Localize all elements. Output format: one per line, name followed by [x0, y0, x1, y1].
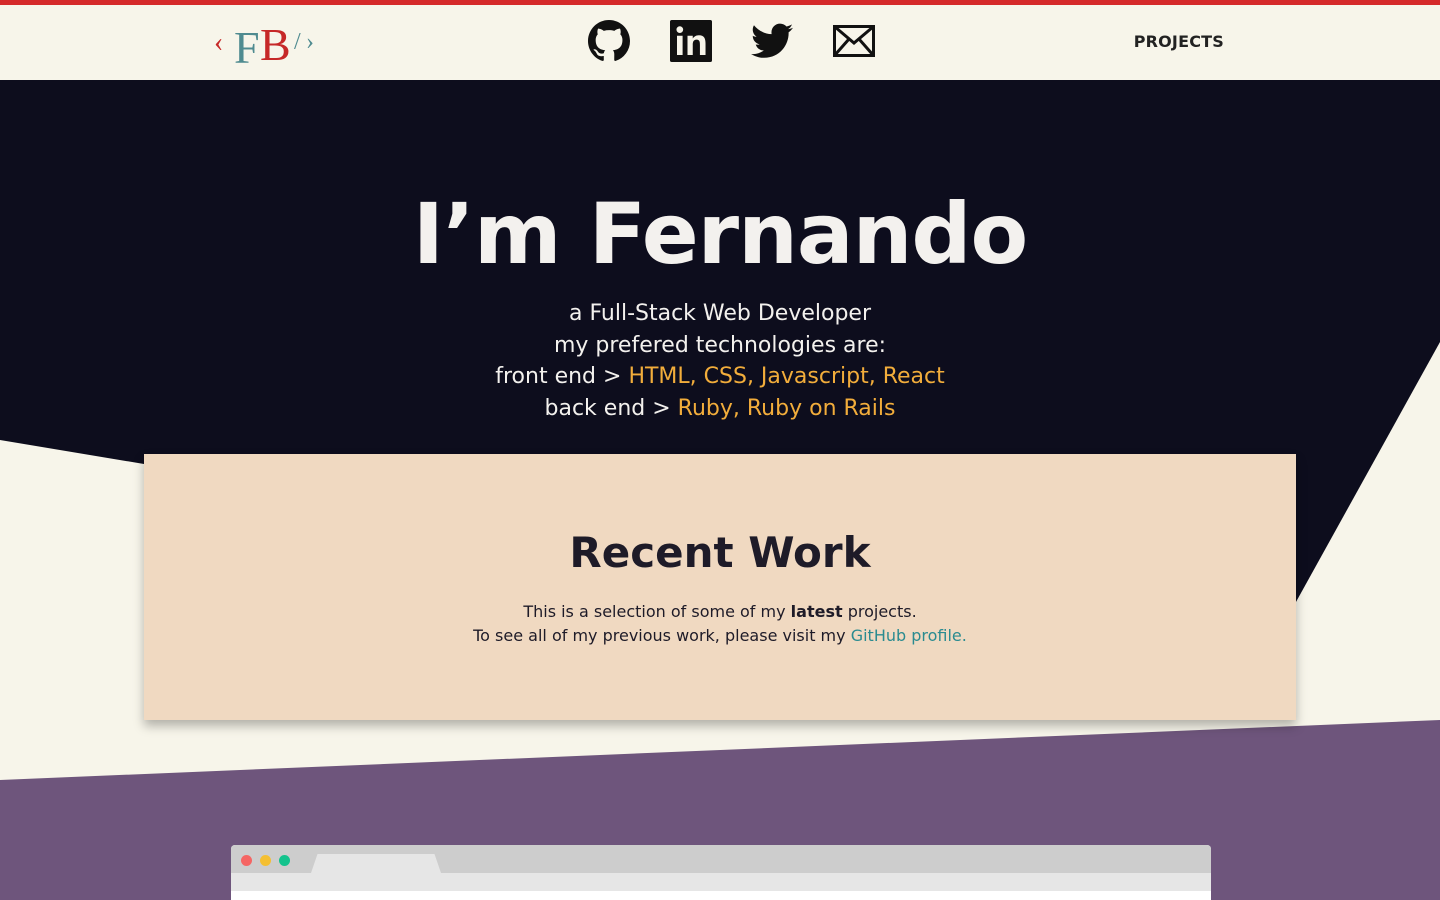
browser-titlebar	[231, 845, 1211, 873]
svg-text:›: ›	[306, 29, 314, 55]
recent-work-title: Recent Work	[569, 528, 871, 577]
hero-line-front-end: front end > HTML, CSS, Javascript, React	[0, 361, 1440, 393]
github-icon	[588, 20, 630, 61]
hero-line-back-end: back end > Ruby, Ruby on Rails	[0, 393, 1440, 425]
svg-text:/: /	[294, 29, 301, 55]
browser-tab	[311, 854, 441, 873]
site-header: ‹ F B / › PROJECTS	[0, 5, 1440, 80]
mail-icon	[833, 25, 875, 57]
hero-line-role: a Full-Stack Web Developer	[0, 298, 1440, 330]
back-end-label: back end >	[544, 395, 671, 421]
front-end-technologies: HTML, CSS, Javascript, React	[628, 364, 945, 389]
linkedin-icon	[670, 20, 712, 62]
project-browser-preview	[231, 845, 1211, 900]
back-end-technologies: Ruby, Ruby on Rails	[677, 395, 896, 421]
hero-line-tech-intro: my prefered technologies are:	[0, 330, 1440, 362]
site-logo[interactable]: ‹ F B / ›	[214, 19, 320, 73]
maximize-dot-icon	[279, 855, 290, 866]
recent-work-text-2-before: To see all of my previous work, please v…	[473, 626, 846, 645]
hero-description: a Full-Stack Web Developer my prefered t…	[0, 298, 1440, 424]
hero-title: I’m Fernando	[412, 185, 1028, 283]
twitter-link[interactable]	[750, 19, 794, 63]
recent-work-text-1-before: This is a selection of some of my	[523, 602, 786, 621]
github-link[interactable]	[587, 19, 631, 63]
recent-work-line-1: This is a selection of some of my latest…	[144, 600, 1296, 624]
logo-mark: ‹ F B / ›	[214, 19, 314, 73]
github-profile-link[interactable]: GitHub profile.	[851, 626, 967, 645]
recent-work-text-1-strong: latest	[790, 602, 843, 621]
svg-text:B: B	[260, 21, 291, 65]
email-link[interactable]	[832, 19, 876, 63]
recent-work-card: Recent Work This is a selection of some …	[144, 454, 1296, 720]
linkedin-link[interactable]	[669, 19, 713, 63]
browser-address-bar	[231, 873, 1211, 891]
recent-work-line-2: To see all of my previous work, please v…	[144, 624, 1296, 648]
nav-projects-link[interactable]: PROJECTS	[1134, 32, 1224, 51]
recent-work-description: This is a selection of some of my latest…	[144, 600, 1296, 648]
portfolio-page: ‹ F B / › PROJECTS I’m Fernando a Full-S…	[0, 0, 1440, 900]
recent-work-text-1-after: projects.	[847, 602, 917, 621]
minimize-dot-icon	[260, 855, 271, 866]
twitter-icon	[751, 23, 793, 58]
svg-text:‹: ‹	[214, 27, 223, 58]
hero-role-text: a Full-Stack Web Developer	[568, 301, 872, 326]
close-dot-icon	[241, 855, 252, 866]
front-end-label: front end >	[495, 364, 622, 389]
svg-text:F: F	[234, 22, 260, 65]
hero-tech-intro-text: my prefered technologies are:	[553, 332, 887, 358]
